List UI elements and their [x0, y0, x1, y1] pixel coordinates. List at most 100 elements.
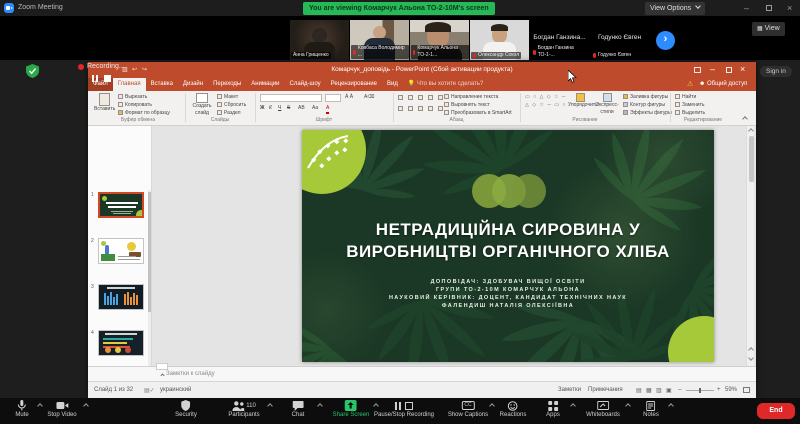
- thumbnail-slide-4[interactable]: [98, 330, 144, 356]
- text-direction-button[interactable]: Направление текста: [444, 94, 498, 101]
- security-button[interactable]: Security: [175, 400, 197, 419]
- notes-panel[interactable]: Заметки к слайду: [88, 366, 756, 381]
- grow-font-button[interactable]: А́ А̀: [345, 94, 353, 101]
- whiteboards-button[interactable]: Whiteboards: [586, 400, 620, 419]
- underline-button[interactable]: Ч: [278, 105, 281, 112]
- notes-options-chevron[interactable]: [668, 403, 674, 409]
- shape-fill-button[interactable]: Заливка фигуры: [623, 94, 668, 101]
- font-color-button[interactable]: А: [326, 105, 329, 114]
- prev-slide-icon[interactable]: [748, 347, 754, 353]
- close-button[interactable]: ×: [787, 3, 792, 13]
- ppt-close-button[interactable]: ×: [740, 64, 745, 74]
- reset-button[interactable]: Сбросить: [217, 102, 246, 109]
- view-slideshow-icon[interactable]: ▣: [666, 387, 672, 394]
- maximize-button[interactable]: [766, 5, 772, 11]
- tab-design[interactable]: Дизайн: [178, 78, 208, 91]
- ppt-minimize-button[interactable]: –: [710, 64, 715, 74]
- captions-options-chevron[interactable]: [489, 403, 495, 409]
- scrollbar-thumb[interactable]: [148, 192, 151, 312]
- comments-toggle[interactable]: Примечания: [588, 387, 623, 393]
- tab-view[interactable]: Вид: [382, 78, 403, 91]
- tab-animations[interactable]: Анимации: [246, 78, 284, 91]
- thumbnail-slide-2[interactable]: [98, 238, 144, 264]
- cut-button[interactable]: Вырезать: [118, 94, 147, 101]
- video-tile-hodunko[interactable]: Годунко Євген Годунко Євген: [590, 20, 649, 60]
- reactions-button[interactable]: Reactions: [500, 400, 527, 419]
- participants-options-chevron[interactable]: [267, 403, 273, 409]
- notes-toggle[interactable]: Заметки: [558, 387, 581, 393]
- gallery-view-button[interactable]: ▦ View: [752, 22, 785, 36]
- change-case-button[interactable]: Аа: [312, 105, 318, 112]
- ribbon-display-options-icon[interactable]: [694, 67, 701, 73]
- chat-options-chevron[interactable]: [317, 403, 323, 409]
- pause-stop-recording-button[interactable]: Pause/Stop Recording: [374, 400, 434, 419]
- notes-button[interactable]: Notes: [643, 400, 659, 419]
- thumbnail-slide-1[interactable]: [98, 192, 144, 218]
- view-reading-icon[interactable]: ▥: [656, 387, 662, 394]
- zoom-in-button[interactable]: +: [717, 387, 721, 393]
- tell-me-box[interactable]: 💡 Что вы хотите сделать?: [403, 78, 488, 91]
- video-tile-bohdan[interactable]: Богдан Ганзина... Богдан Ганзина ТО-1-..…: [530, 20, 589, 60]
- section-button[interactable]: Раздел: [217, 110, 241, 117]
- clear-format-button[interactable]: А⌫: [364, 94, 374, 101]
- scrollbar-thumb[interactable]: [749, 136, 754, 182]
- encryption-shield-icon[interactable]: [26, 64, 39, 78]
- zoom-out-button[interactable]: –: [678, 387, 681, 393]
- thumbnail-slide-3[interactable]: [98, 284, 144, 310]
- find-button[interactable]: Найти: [675, 94, 696, 101]
- chat-button[interactable]: Chat: [292, 400, 305, 419]
- tab-home[interactable]: Главная: [113, 78, 146, 91]
- shapes-gallery-row2[interactable]: △ ◇ ☆ ─ ▭ ○: [525, 102, 566, 109]
- view-normal-icon[interactable]: ▤: [636, 387, 642, 394]
- collapse-ribbon-button[interactable]: [742, 116, 748, 122]
- shape-outline-button[interactable]: Контур фигуры: [623, 102, 665, 109]
- quick-styles-button[interactable]: Экспресс-стили: [593, 93, 621, 116]
- stop-video-button[interactable]: Stop Video: [47, 400, 76, 419]
- font-name-input[interactable]: [260, 94, 322, 102]
- view-sorter-icon[interactable]: ▦: [646, 387, 652, 394]
- video-options-chevron[interactable]: [83, 403, 89, 409]
- align-text-button[interactable]: Выровнять текст: [444, 102, 490, 109]
- video-tile-kovbasa[interactable]: Ковбаса Володимир ...: [350, 20, 409, 60]
- list-buttons[interactable]: [398, 95, 445, 100]
- fit-to-window-icon[interactable]: [743, 387, 750, 393]
- language-indicator[interactable]: украинский: [160, 387, 191, 393]
- notes-collapse-button[interactable]: [156, 363, 168, 370]
- replace-button[interactable]: Заменить: [675, 102, 704, 109]
- select-button[interactable]: Выделить: [675, 110, 705, 117]
- next-participants-button[interactable]: ›: [656, 31, 675, 50]
- layout-button[interactable]: Макет: [217, 94, 238, 101]
- scroll-up-icon[interactable]: [748, 128, 754, 134]
- spellcheck-icon[interactable]: ▤✓: [144, 387, 155, 394]
- view-options-button[interactable]: View Options: [645, 2, 705, 15]
- slide-scrollbar[interactable]: [746, 126, 754, 366]
- minimize-button[interactable]: –: [744, 3, 749, 13]
- tab-slideshow[interactable]: Слайд-шоу: [285, 78, 326, 91]
- align-buttons[interactable]: [398, 106, 445, 111]
- video-tile-anna[interactable]: Анна Грищенко: [290, 20, 349, 60]
- video-tile-sokol[interactable]: Олександр Сокол: [470, 20, 529, 60]
- ppt-restore-button[interactable]: [726, 67, 732, 73]
- next-slide-icon[interactable]: [748, 355, 754, 361]
- smartart-button[interactable]: Преобразовать в SmartArt: [444, 110, 512, 117]
- char-spacing-button[interactable]: АВ: [298, 105, 305, 112]
- share-screen-button[interactable]: Share Screen: [333, 400, 370, 419]
- tab-transitions[interactable]: Переходы: [208, 78, 246, 91]
- new-slide-button[interactable]: Создать слайд: [189, 93, 215, 117]
- strikethrough-button[interactable]: S: [287, 105, 290, 112]
- participants-button[interactable]: 110 Participants: [228, 400, 259, 419]
- slide-canvas[interactable]: НЕТРАДИЦІЙНА СИРОВИНА У ВИРОБНИЦТВІ ОРГА…: [302, 130, 714, 362]
- mute-button[interactable]: Mute: [15, 400, 28, 419]
- whiteboards-options-chevron[interactable]: [625, 403, 631, 409]
- format-painter-button[interactable]: Формат по образцу: [118, 110, 170, 117]
- shape-effects-button[interactable]: Эффекты фигуры: [623, 110, 672, 117]
- tab-insert[interactable]: Вставка: [146, 78, 178, 91]
- zoom-percent[interactable]: 59%: [725, 387, 737, 393]
- end-meeting-button[interactable]: End: [757, 403, 795, 419]
- sign-in-button[interactable]: Sign in: [760, 66, 792, 77]
- stop-recording-icon[interactable]: [104, 75, 111, 82]
- zoom-slider-track[interactable]: [686, 390, 714, 391]
- shapes-gallery[interactable]: ▭ ○ △ ◇ ☆ ─: [525, 94, 566, 101]
- pause-recording-icon[interactable]: [92, 75, 98, 82]
- paste-button[interactable]: Вставить: [94, 93, 114, 117]
